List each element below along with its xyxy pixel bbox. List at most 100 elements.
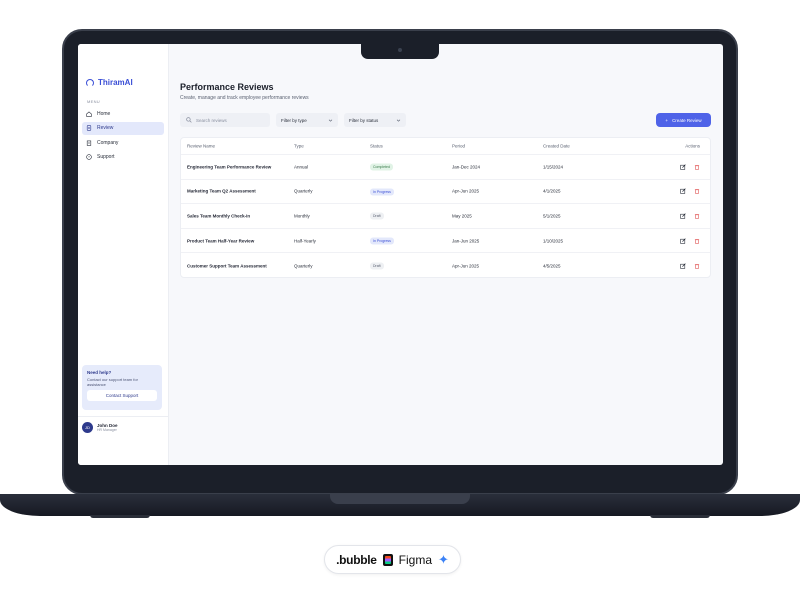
help-text: Contact our support team for assistance bbox=[87, 377, 138, 387]
table-row[interactable]: Engineering Team Performance Review Annu… bbox=[181, 155, 710, 180]
sidebar-item-label: Review bbox=[97, 125, 114, 131]
edit-icon[interactable] bbox=[680, 213, 686, 219]
status-badge: Completed bbox=[370, 163, 393, 171]
review-period: Jan-Dec 2024 bbox=[452, 164, 481, 170]
review-period: May 2025 bbox=[452, 213, 472, 219]
laptop-foot-right bbox=[650, 515, 710, 518]
laptop-hinge bbox=[330, 494, 470, 504]
table-row[interactable]: Sales Team Monthly Check-in Monthly Draf… bbox=[181, 204, 710, 229]
user-profile[interactable]: JD John Doe HR Manager bbox=[78, 416, 169, 433]
edit-icon[interactable] bbox=[680, 164, 686, 170]
create-review-label: Create Review bbox=[672, 117, 702, 123]
sparkle-icon: ✦ bbox=[438, 551, 449, 567]
review-type: Monthly bbox=[294, 213, 310, 219]
trash-icon[interactable] bbox=[694, 263, 700, 269]
search-placeholder: Search reviews bbox=[196, 117, 227, 123]
status-badge: In Progress bbox=[370, 188, 394, 196]
help-circle-icon: ? bbox=[86, 154, 92, 160]
filter-type-label: Filter by type bbox=[281, 117, 307, 123]
trash-icon[interactable] bbox=[694, 164, 700, 170]
document-icon bbox=[86, 125, 92, 131]
review-created-date: 1/10/2025 bbox=[543, 238, 564, 244]
home-icon bbox=[86, 111, 92, 117]
review-created-date: 5/1/2025 bbox=[543, 213, 561, 219]
plus-icon: + bbox=[665, 117, 669, 123]
bubble-logo-text: .bubble bbox=[336, 552, 377, 567]
row-actions bbox=[680, 164, 700, 170]
chevron-down-icon bbox=[396, 119, 401, 122]
status-badge-label: In Progress bbox=[370, 188, 394, 196]
search-icon bbox=[186, 117, 192, 123]
figma-logo-text: Figma bbox=[398, 552, 432, 567]
edit-icon[interactable] bbox=[680, 263, 686, 269]
help-title: Need help? bbox=[87, 370, 112, 375]
review-period: Jan-Jun 2025 bbox=[452, 238, 480, 244]
app-logo[interactable]: ThiramAI bbox=[86, 78, 133, 87]
user-role: HR Manager bbox=[97, 428, 117, 432]
page-subtitle: Create, manage and track employee perfor… bbox=[180, 95, 309, 101]
filter-type-select[interactable]: Filter by type bbox=[276, 113, 338, 127]
edit-icon[interactable] bbox=[680, 188, 686, 195]
status-badge-label: In Progress bbox=[370, 237, 394, 245]
tools-badge: .bubble Figma ✦ bbox=[324, 545, 461, 574]
laptop-screen: ThiramAI MENU Home Review Company ? Supp… bbox=[78, 44, 723, 465]
table-row[interactable]: Product Team Half-Year Review Half-Yearl… bbox=[181, 229, 710, 254]
review-name: Engineering Team Performance Review bbox=[187, 164, 272, 170]
review-name: Customer Support Team Assessment bbox=[187, 263, 267, 269]
table-row[interactable]: Customer Support Team Assessment Quarter… bbox=[181, 253, 710, 277]
row-actions bbox=[680, 237, 700, 244]
column-header[interactable]: Type bbox=[294, 144, 304, 149]
help-card: Need help? Contact our support team for … bbox=[82, 365, 162, 410]
column-header[interactable]: Created Date bbox=[543, 144, 570, 149]
status-badge-label: Draft bbox=[370, 212, 384, 220]
logo-icon bbox=[86, 78, 94, 87]
row-actions bbox=[680, 188, 700, 195]
edit-icon[interactable] bbox=[680, 237, 686, 244]
sidebar-item-label: Home bbox=[97, 110, 111, 117]
table-row[interactable]: Marketing Team Q2 Assessment Quarterly I… bbox=[181, 180, 710, 205]
camera-notch bbox=[361, 44, 439, 59]
review-created-date: 1/15/2024 bbox=[543, 164, 564, 170]
column-header[interactable]: Status bbox=[370, 144, 383, 149]
figma-icon bbox=[382, 553, 393, 566]
sidebar-item-support[interactable]: ? Support bbox=[82, 151, 164, 164]
building-icon bbox=[86, 140, 92, 146]
row-actions bbox=[680, 263, 700, 269]
review-name: Sales Team Monthly Check-in bbox=[187, 213, 251, 219]
review-created-date: 4/5/2025 bbox=[543, 263, 561, 269]
review-name: Marketing Team Q2 Assessment bbox=[187, 188, 256, 194]
review-type: Half-Yearly bbox=[294, 238, 316, 244]
column-header[interactable]: Period bbox=[452, 144, 465, 149]
search-input[interactable]: Search reviews bbox=[180, 113, 270, 127]
trash-icon[interactable] bbox=[694, 213, 700, 219]
status-badge: Draft bbox=[370, 262, 384, 270]
column-header[interactable]: Review Name bbox=[187, 144, 215, 149]
trash-icon[interactable] bbox=[694, 238, 700, 244]
sidebar-item-company[interactable]: Company bbox=[82, 136, 164, 149]
review-name: Product Team Half-Year Review bbox=[187, 238, 255, 244]
filter-status-select[interactable]: Filter by status bbox=[344, 113, 406, 127]
reviews-table: Review Name Type Status Period Created D… bbox=[180, 137, 711, 278]
column-header: Actions bbox=[685, 143, 700, 149]
logo-text: ThiramAI bbox=[98, 78, 133, 87]
page-title: Performance Reviews bbox=[180, 82, 274, 92]
sidebar-item-home[interactable]: Home bbox=[82, 107, 164, 120]
svg-text:?: ? bbox=[88, 155, 90, 159]
review-period: Apr-Jun 2025 bbox=[452, 188, 480, 194]
sidebar-item-label: Support bbox=[97, 154, 115, 160]
review-period: Apr-Jun 2025 bbox=[452, 263, 480, 269]
status-badge-label: Completed bbox=[370, 163, 393, 171]
sidebar-nav: Home Review Company ? Support bbox=[82, 107, 164, 165]
camera-icon bbox=[398, 48, 402, 52]
filter-status-label: Filter by status bbox=[349, 117, 379, 123]
trash-icon[interactable] bbox=[694, 188, 700, 195]
status-badge-label: Draft bbox=[370, 262, 384, 270]
review-type: Quarterly bbox=[294, 188, 313, 194]
sidebar-item-review[interactable]: Review bbox=[82, 121, 164, 135]
status-badge: Draft bbox=[370, 212, 384, 220]
contact-support-button[interactable]: Contact Support bbox=[87, 390, 157, 401]
sidebar: ThiramAI MENU Home Review Company ? Supp… bbox=[78, 44, 169, 465]
create-review-button[interactable]: + Create Review bbox=[656, 113, 711, 127]
avatar: JD bbox=[82, 422, 93, 433]
review-created-date: 4/1/2025 bbox=[543, 188, 561, 194]
